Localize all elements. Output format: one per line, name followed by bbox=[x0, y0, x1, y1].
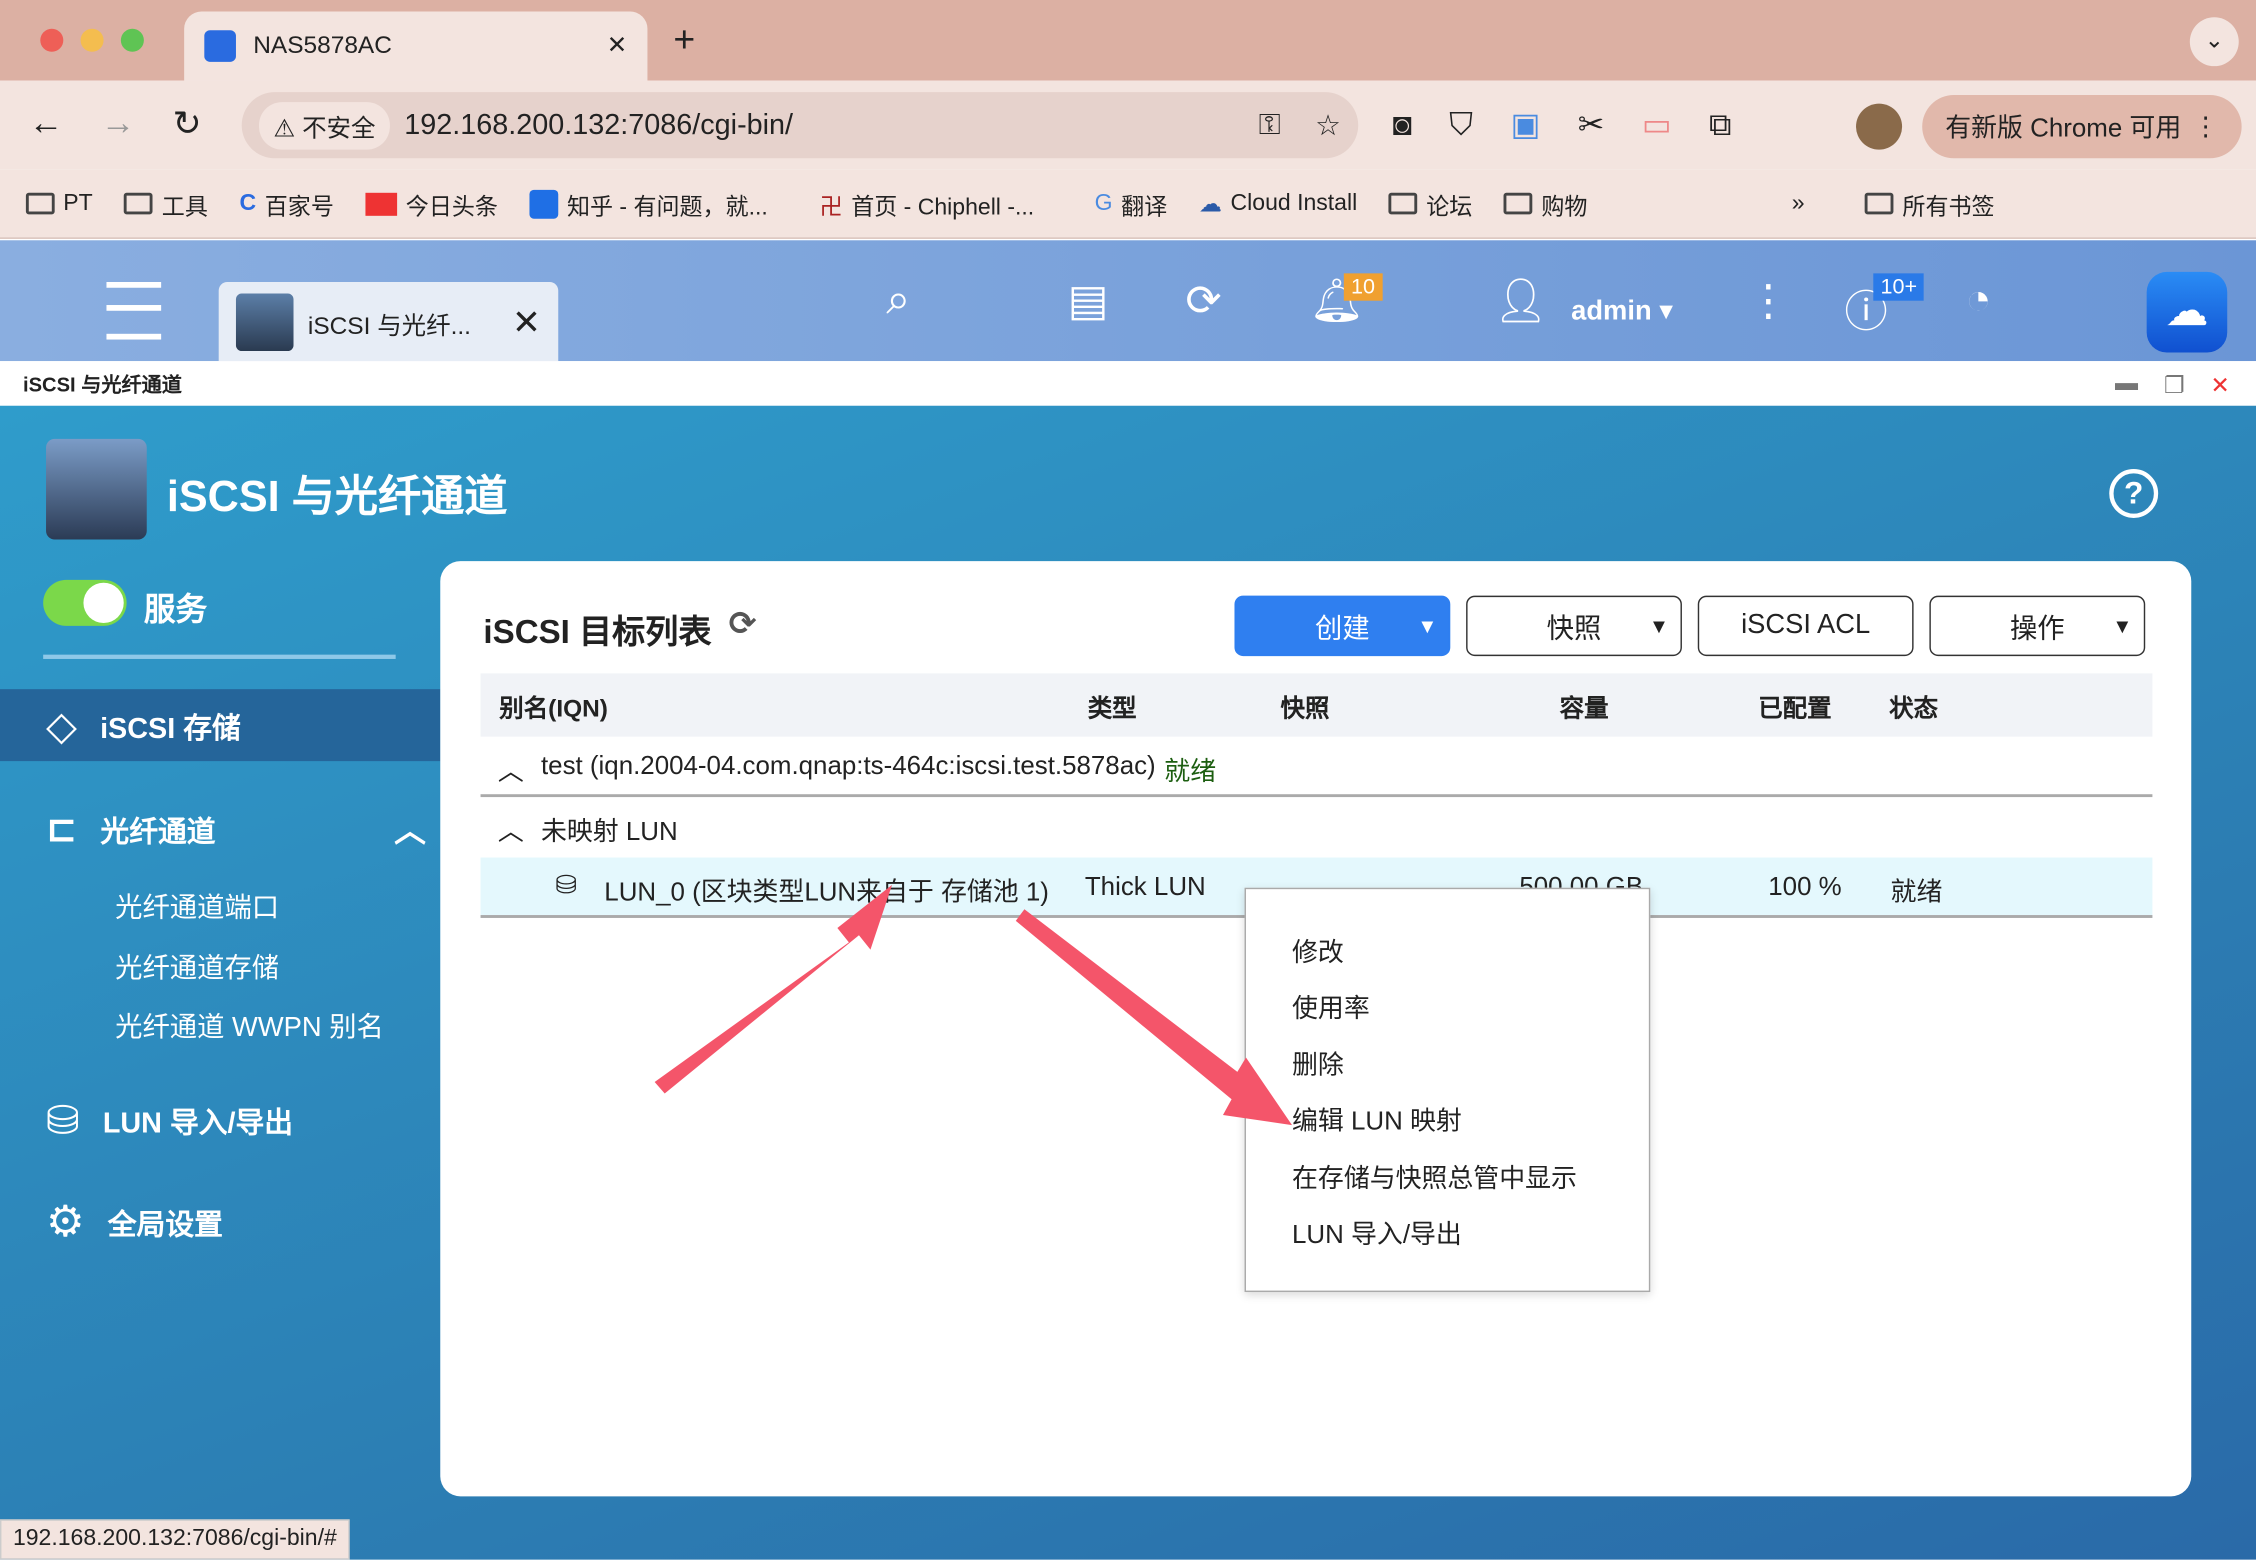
annotation-arrow bbox=[654, 884, 893, 1094]
screen: NAS5878AC ✕ + ⌄ ← → ↻ ⚠ 不安全 192.168.200.… bbox=[0, 0, 2256, 1560]
annotation-arrows bbox=[654, 884, 1293, 1126]
annotation-arrow bbox=[1015, 909, 1293, 1126]
status-bar-url: 192.168.200.132:7086/cgi-bin/# bbox=[0, 1519, 350, 1560]
